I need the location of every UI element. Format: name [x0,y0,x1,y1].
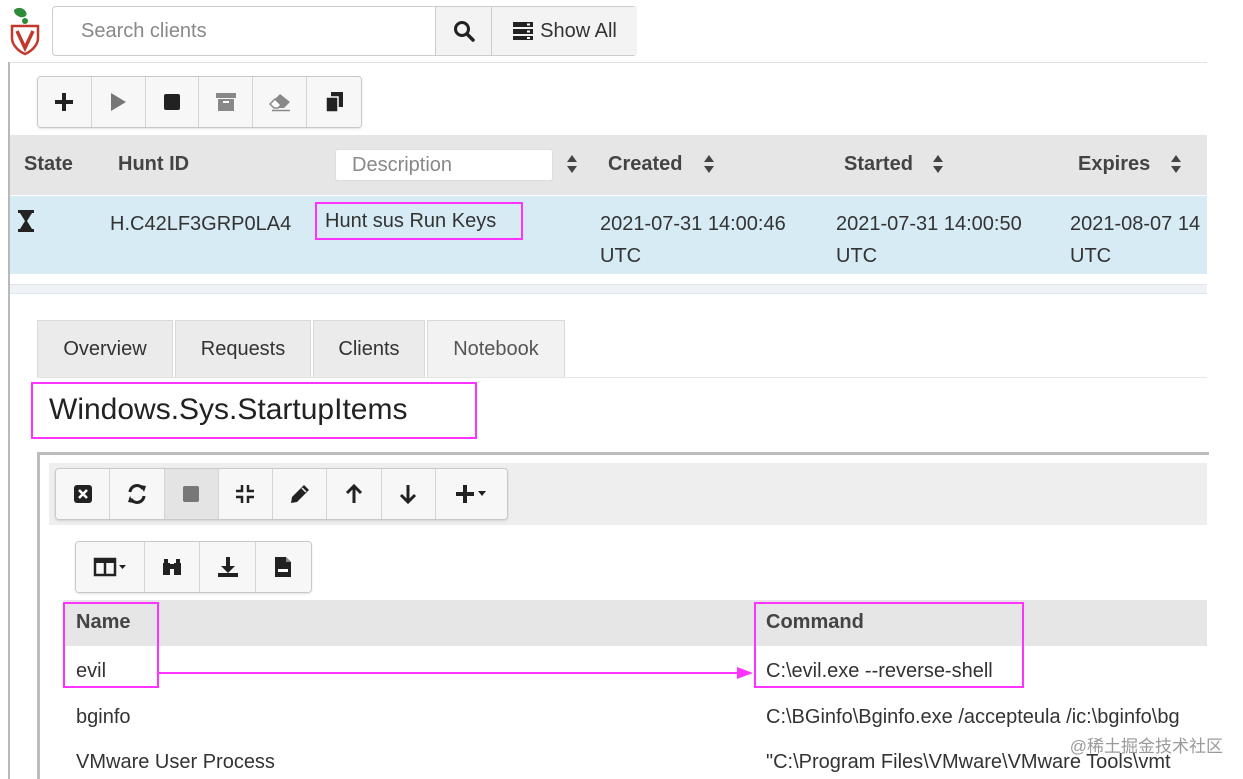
new-hunt-button[interactable] [38,77,92,127]
eraser-icon [268,94,290,112]
started-column-header[interactable]: Started [844,153,913,176]
plus-caret-icon [456,485,487,503]
search-clients-input[interactable] [53,7,435,55]
started-date-cell: 2021-07-31 14:00:50 [836,213,1022,235]
tab-notebook[interactable]: Notebook [427,320,565,378]
result-name-cell: evil [76,660,107,682]
copy-hunt-button[interactable] [307,77,361,127]
recalculate-button[interactable] [110,469,165,519]
result-command-cell: C:\evil.exe --reverse-shell [766,660,993,682]
expires-tz-cell: UTC [1070,245,1112,267]
header-divider [10,62,1207,63]
hunt-id-column-header[interactable]: Hunt ID [118,153,189,176]
sort-icon[interactable] [703,153,715,175]
search-button[interactable] [435,7,491,55]
archive-hunt-button[interactable] [199,77,254,127]
watermark: @稀土掘金技术社区 [1069,737,1223,756]
hourglass-icon [18,210,34,232]
notebook-cell-title: Windows.Sys.StartupItems [31,382,477,439]
archive-icon [215,93,236,111]
column-selector-button[interactable] [76,542,146,592]
hunt-table-header: State Hunt ID Description Created Starte… [10,135,1207,195]
hunt-toolbar [37,76,362,128]
created-date-cell: 2021-07-31 14:00:46 [600,213,786,235]
sort-icon[interactable] [932,153,944,175]
tab-clients[interactable]: Clients [313,320,425,378]
refresh-icon [127,484,146,504]
show-all-button[interactable]: Show All [491,7,637,55]
csv-file-icon [275,557,292,577]
delete-hunt-button[interactable] [253,77,308,127]
result-name-cell: bginfo [76,706,131,728]
tabs-divider [37,377,1207,378]
stop-hunt-button[interactable] [145,77,200,127]
filter-button[interactable] [145,542,201,592]
sort-icon[interactable] [1170,153,1182,175]
expires-date-cell: 2021-08-07 14 [1070,213,1201,235]
state-column-header[interactable]: State [24,153,73,176]
client-search-bar: Show All [52,6,637,56]
download-button[interactable] [200,542,256,592]
result-name-cell: VMware User Process [76,751,275,773]
description-filter-input[interactable]: Description [335,149,553,181]
play-icon [111,93,127,111]
export-csv-button[interactable] [255,542,311,592]
move-up-button[interactable] [327,469,382,519]
hunt-id-cell[interactable]: H.C42LF3GRP0LA4 [110,208,291,240]
edit-cell-button[interactable] [273,469,328,519]
started-tz-cell: UTC [836,245,878,267]
plus-icon [55,93,74,111]
compress-icon [236,485,255,503]
result-command-cell: C:\BGinfo\Bginfo.exe /accepteula /ic:\bg… [766,706,1180,728]
pencil-icon [290,485,309,503]
tab-overview[interactable]: Overview [37,320,173,378]
expires-column-header[interactable]: Expires [1078,153,1150,176]
download-icon [217,557,238,577]
annotation-arrow [159,667,753,679]
arrow-down-icon [400,485,417,505]
hunt-detail-tabs: Overview Requests Clients Notebook [37,320,567,378]
collapse-cell-button[interactable] [218,469,274,519]
tab-requests[interactable]: Requests [175,320,311,378]
move-down-button[interactable] [381,469,436,519]
columns-icon [93,557,127,577]
search-icon [453,21,475,42]
add-cell-dropdown[interactable] [435,469,507,519]
results-table-header [64,600,1207,646]
created-tz-cell: UTC [600,245,642,267]
server-icon [513,22,534,40]
created-column-header[interactable]: Created [608,153,682,176]
close-square-icon [73,485,92,503]
pane-splitter[interactable] [10,284,1207,294]
binoculars-icon [163,559,182,575]
arrow-up-icon [345,483,363,503]
stop-icon [183,486,200,502]
hunt-row[interactable]: H.C42LF3GRP0LA4 Hunt sus Run Keys 2021-0… [10,196,1207,274]
show-all-label: Show All [540,19,617,42]
sort-icon[interactable] [566,153,578,175]
run-hunt-button[interactable] [91,77,146,127]
cell-toolbar [55,468,508,520]
stop-icon [164,94,181,110]
close-cell-button[interactable] [56,469,111,519]
hunt-description-cell: Hunt sus Run Keys [315,202,523,240]
stop-cell-button[interactable] [164,469,219,519]
table-toolbar [75,541,312,593]
velociraptor-logo[interactable] [8,6,42,56]
copy-icon [325,92,344,113]
